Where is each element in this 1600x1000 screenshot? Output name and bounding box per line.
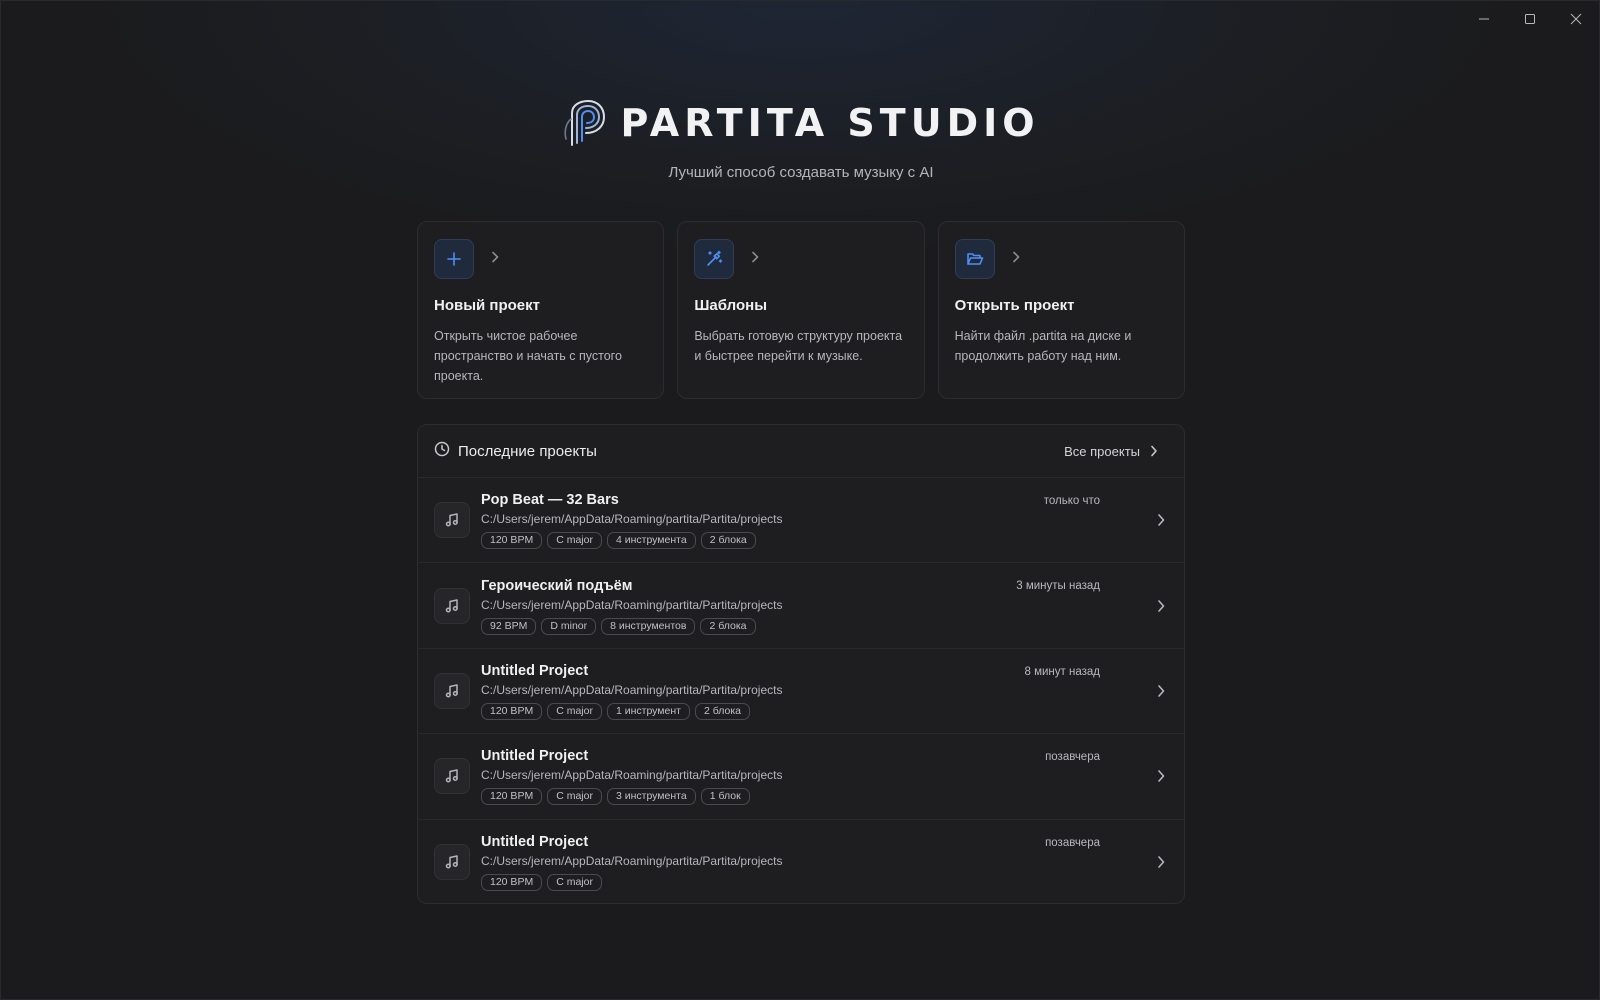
- project-tags: 92 BPM D minor 8 инструментов 2 блока: [481, 617, 1168, 635]
- project-time: позавчера: [1045, 836, 1100, 849]
- minimize-button[interactable]: [1461, 1, 1507, 37]
- app-window: PARTITA STUDIO Лучший способ создавать м…: [0, 0, 1600, 1000]
- project-tag: C major: [547, 874, 602, 892]
- project-tag: 120 BPM: [481, 702, 543, 720]
- project-tag: 120 BPM: [481, 874, 543, 892]
- project-tag: 1 блок: [700, 788, 750, 806]
- music-note-icon: [434, 672, 470, 709]
- chevron-right-icon: [750, 250, 760, 268]
- templates-card[interactable]: Шаблоны Выбрать готовую структуру проект…: [677, 221, 925, 399]
- brand-name: PARTITA STUDIO: [620, 101, 1040, 145]
- brand: PARTITA STUDIO: [1, 99, 1599, 147]
- project-tag: 2 блока: [700, 532, 756, 550]
- card-description: Открыть чистое рабочее пространство и на…: [434, 329, 622, 383]
- card-title: Новый проект: [434, 297, 540, 314]
- project-tag: 1 инструмент: [606, 702, 690, 720]
- project-path: C:/Users/jerem/AppData/Roaming/partita/P…: [481, 597, 783, 612]
- card-description: Выбрать готовую структуру проекта и быст…: [694, 329, 903, 363]
- music-note-icon: [434, 844, 470, 881]
- recent-projects-header: Последние проекты Все проекты: [418, 425, 1184, 478]
- project-tag: 3 инструмента: [606, 788, 696, 806]
- chevron-right-icon: [1156, 599, 1166, 618]
- all-projects-label: Все проекты: [1064, 443, 1140, 459]
- project-time: только что: [1043, 495, 1100, 507]
- project-tag: 120 BPM: [481, 788, 543, 806]
- plus-icon: [434, 239, 474, 279]
- project-time: 8 минут назад: [1024, 665, 1100, 678]
- project-tag: 8 инструментов: [601, 617, 696, 635]
- partita-logo-icon: [562, 99, 606, 147]
- project-tags: 120 BPM C major: [481, 874, 1168, 892]
- card-title: Шаблоны: [694, 297, 767, 314]
- open-project-card[interactable]: Открыть проект Найти файл .partita на ди…: [937, 221, 1185, 399]
- chevron-right-icon: [1156, 684, 1166, 703]
- maximize-button[interactable]: [1507, 1, 1553, 37]
- card-title: Открыть проект: [954, 297, 1075, 314]
- recent-projects-list: Pop Beat — 32 Bars C:/Users/jerem/AppDat…: [418, 478, 1184, 903]
- card-description: Найти файл .partita на диске и продолжит…: [954, 329, 1132, 363]
- project-tag: D minor: [541, 617, 597, 635]
- project-path: C:/Users/jerem/AppData/Roaming/partita/P…: [481, 682, 783, 697]
- music-note-icon: [434, 502, 470, 539]
- close-button[interactable]: [1553, 1, 1599, 37]
- project-tag: C major: [547, 532, 602, 550]
- chevron-right-icon: [1156, 513, 1166, 532]
- recent-projects-title: Последние проекты: [458, 442, 597, 460]
- folder-open-icon: [954, 239, 995, 279]
- project-path: C:/Users/jerem/AppData/Roaming/partita/P…: [481, 768, 783, 783]
- project-time: 3 минуты назад: [1016, 580, 1100, 593]
- project-path: C:/Users/jerem/AppData/Roaming/partita/P…: [481, 854, 783, 869]
- minimize-icon: [1479, 18, 1489, 20]
- magic-wand-icon: [694, 239, 735, 279]
- window-controls: [1461, 1, 1599, 37]
- music-note-icon: [434, 587, 470, 624]
- project-tag: 92 BPM: [481, 617, 537, 635]
- maximize-icon: [1525, 14, 1535, 24]
- project-tags: 120 BPM C major 3 инструмента 1 блок: [481, 788, 1168, 806]
- recent-projects-panel: Последние проекты Все проекты Pop Beat —…: [417, 424, 1185, 904]
- music-note-icon: [434, 758, 470, 795]
- project-tag: 120 BPM: [481, 532, 543, 550]
- chevron-right-icon: [1011, 250, 1021, 268]
- project-tag: 4 инструмента: [606, 532, 696, 550]
- project-row[interactable]: Untitled Project C:/Users/jerem/AppData/…: [418, 820, 1184, 903]
- action-cards: Новый проект Открыть чистое рабочее прос…: [417, 221, 1185, 399]
- project-time: позавчера: [1045, 751, 1100, 764]
- close-icon: [1570, 13, 1582, 25]
- project-tags: 120 BPM C major 4 инструмента 2 блока: [481, 532, 1168, 550]
- new-project-card[interactable]: Новый проект Открыть чистое рабочее прос…: [417, 221, 665, 399]
- chevron-right-icon: [490, 250, 500, 268]
- project-tags: 120 BPM C major 1 инструмент 2 блока: [481, 702, 1168, 720]
- all-projects-link[interactable]: Все проекты: [1064, 444, 1168, 459]
- tagline: Лучший способ создавать музыку с AI: [668, 164, 934, 181]
- project-row[interactable]: Героический подъём C:/Users/jerem/AppDat…: [418, 563, 1184, 649]
- project-tag: C major: [547, 788, 602, 806]
- clock-icon: [434, 441, 450, 462]
- project-row[interactable]: Pop Beat — 32 Bars C:/Users/jerem/AppDat…: [418, 478, 1184, 564]
- project-tag: 2 блока: [700, 617, 756, 635]
- project-path: C:/Users/jerem/AppData/Roaming/partita/P…: [481, 512, 783, 527]
- project-tag: 2 блока: [694, 702, 751, 720]
- project-row[interactable]: Untitled Project C:/Users/jerem/AppData/…: [418, 649, 1184, 735]
- chevron-right-icon: [1156, 769, 1166, 788]
- project-tag: C major: [547, 702, 602, 720]
- chevron-right-icon: [1156, 855, 1166, 874]
- chevron-right-icon: [1151, 445, 1157, 457]
- project-row[interactable]: Untitled Project C:/Users/jerem/AppData/…: [418, 734, 1184, 820]
